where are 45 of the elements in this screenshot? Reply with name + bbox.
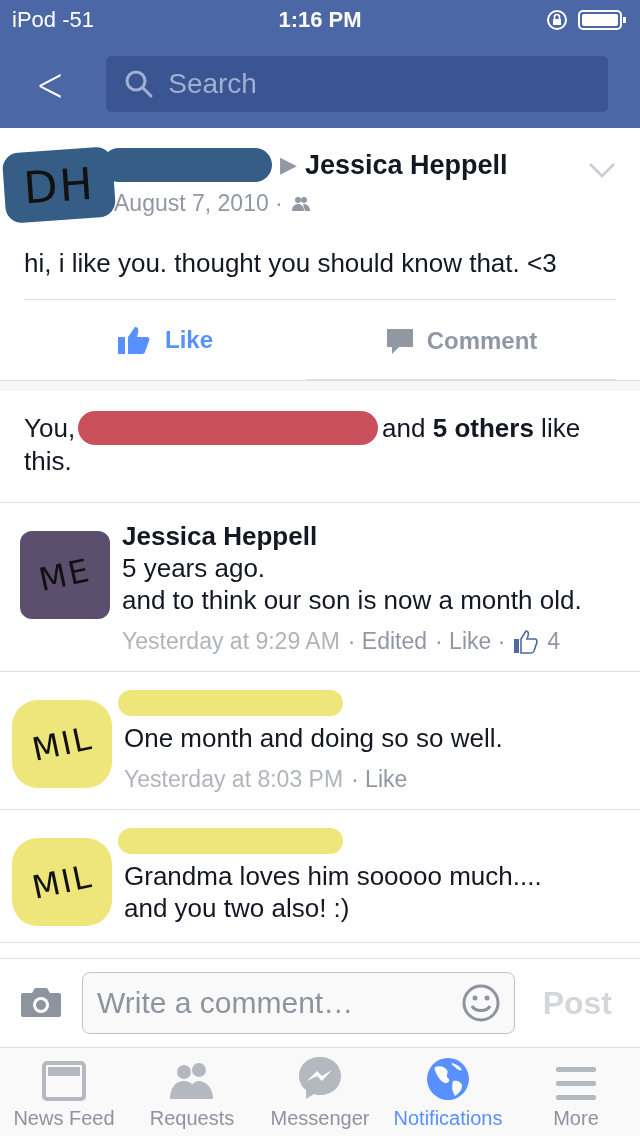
comment-meta: · Like [351,766,408,793]
comment-button[interactable]: Comment [306,300,616,380]
back-button[interactable]: < [31,56,69,112]
comment-meta: Yesterday at 8:03 PM [124,766,344,793]
comment-meta: · Like · [435,628,506,655]
comment-text: Grandma loves him sooooo much.... and you two also! :) [124,860,543,924]
likes-text: and 5 others like [382,411,581,445]
redacted-avatar: MIL [12,838,112,926]
comment-text: 5 years ago. and to think our son is now a month old. [122,552,583,616]
thumbs-up-icon [117,325,151,355]
tab[interactable]: More [512,1048,640,1136]
tab[interactable]: News Feed [0,1048,128,1136]
post-text: hi, i like you. thought you should know that. <3 [24,220,616,300]
smiley-icon[interactable] [460,983,501,1023]
menu-icon [555,1065,597,1101]
news-feed-icon [42,1061,86,1101]
camera-icon[interactable] [20,987,62,1019]
like-button[interactable]: Like [24,300,306,380]
redacted-avatar: MIL [12,700,112,788]
comment-text: One month and doing so so well. [124,722,504,754]
tab[interactable]: Requests [128,1048,256,1136]
search-field[interactable]: Search [106,56,608,112]
tab[interactable]: Notifications [384,1048,512,1136]
post-date: August 7, 2010 · [114,190,283,217]
like-count: 4 [547,628,561,655]
comment-meta: · Edited [347,628,428,655]
likes-text: this. [24,445,72,478]
carrier: iPod -51 [12,7,94,33]
rotation-lock-icon [546,9,568,31]
commenter-name[interactable]: Jessica Heppell [122,521,620,552]
globe-icon [426,1057,470,1101]
search-icon [124,69,155,99]
redacted-avatar: ME [20,531,110,619]
arrow-icon: ▶ [280,152,297,178]
comment-meta: Yesterday at 9:29 AM [122,628,340,655]
likes-text: You, [24,411,76,445]
messenger-icon [297,1055,343,1101]
tab[interactable]: Messenger [256,1048,384,1136]
comment-field[interactable]: Write a comment… [82,972,515,1034]
target-name[interactable]: Jessica Heppell [305,149,508,181]
friends-icon [290,195,311,212]
battery-icon [578,9,628,31]
thumbs-up-icon [513,629,540,654]
chevron-down-icon[interactable] [588,162,616,178]
clock: 1:16 PM [278,7,362,33]
